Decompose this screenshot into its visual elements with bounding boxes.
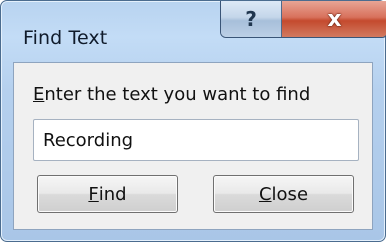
close-label: lose xyxy=(271,183,309,205)
help-button[interactable]: ? xyxy=(221,1,282,37)
find-text-dialog: Find Text ? x Enter the text you want to… xyxy=(0,0,386,242)
caption-buttons: ? x xyxy=(220,1,386,38)
close-button[interactable]: Close xyxy=(213,175,354,213)
close-icon: x xyxy=(327,6,342,32)
dialog-body: Enter the text you want to find Find Clo… xyxy=(13,62,373,230)
title-bar[interactable]: Find Text ? x xyxy=(1,1,386,51)
window-title: Find Text xyxy=(23,27,108,49)
prompt-text: nter the text you want to find xyxy=(44,84,311,105)
search-prompt-label: Enter the text you want to find xyxy=(33,84,310,105)
find-label: ind xyxy=(98,183,127,205)
search-input[interactable] xyxy=(33,119,359,161)
find-access-key: F xyxy=(88,183,99,205)
prompt-access-key: E xyxy=(33,84,45,105)
find-button[interactable]: Find xyxy=(37,175,178,213)
question-mark-icon: ? xyxy=(245,7,257,31)
close-access-key: C xyxy=(258,183,272,205)
close-window-button[interactable]: x xyxy=(282,1,386,37)
